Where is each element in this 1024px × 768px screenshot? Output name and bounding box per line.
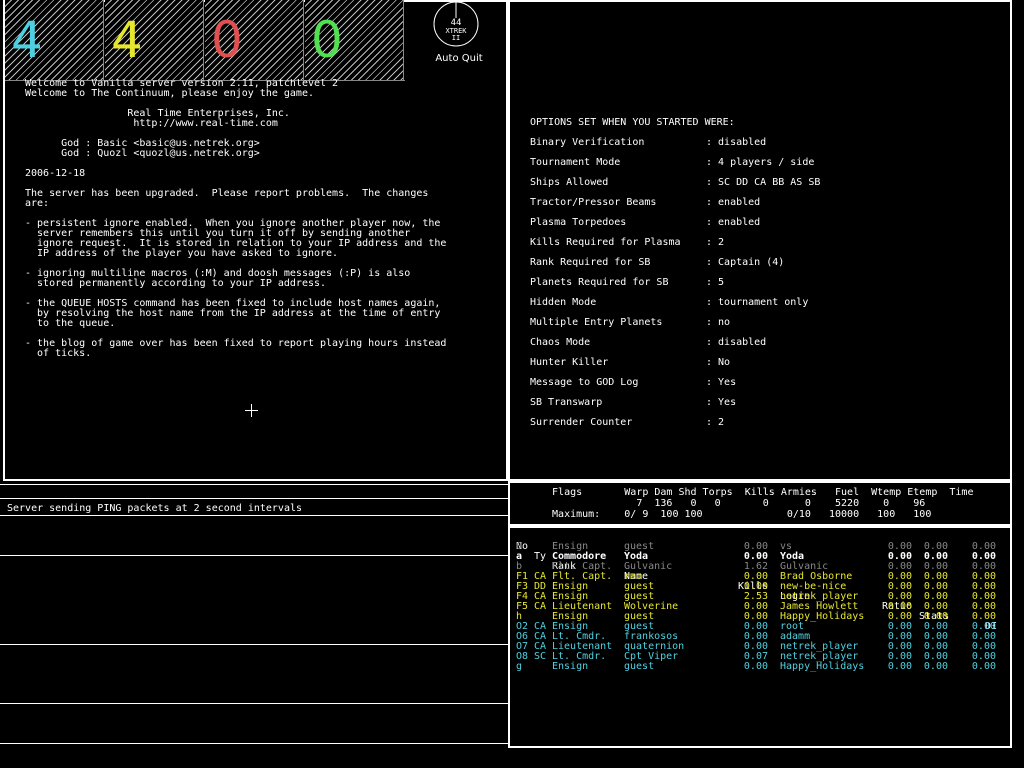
motd-line: to the queue. [25,318,116,329]
option-value: : disabled [706,137,767,148]
motd-line: Welcome to The Continuum, please enjoy t… [25,88,314,99]
option-row: Hunter Killer : No [530,358,1000,368]
message-line-ping: Server sending PING packets at 2 second … [7,503,303,514]
player-ty: CA [534,601,547,612]
option-label: Kills Required for Plasma [530,237,681,248]
message-area: Server sending PING packets at 2 second … [0,481,508,768]
option-value: : enabled [706,217,761,228]
motd-line: The server has been upgraded. Please rep… [25,188,429,199]
options-list: Binary Verification : disabled Tournament … [530,138,1000,438]
option-label: Multiple Entry Planets [530,317,663,328]
option-row: Ships Allowed : SC DD CA BB AS SB [530,178,1000,188]
option-row: SB Transwarp : Yes [530,398,1000,408]
team-score-kli-label: 0 [211,11,243,69]
motd-line: - the blog of game over has been fixed t… [25,338,447,349]
option-label: Rank Required for SB [530,257,651,268]
option-value: : 2 [706,417,725,428]
player-login: Happy_Holidays [780,661,865,672]
option-label: SB Transwarp [530,397,603,408]
option-row: Rank Required for SB : Captain (4) [530,258,1000,268]
motd-line [25,159,495,169]
option-label: Surrender Counter [530,417,633,428]
motd-line: God : Quozl <quozl@us.netrek.org> [25,148,260,159]
option-row: Message to GOD Log : Yes [530,378,1000,388]
player-stats: 0.00 [923,661,948,672]
option-row: Plasma Torpedoes : enabled [530,218,1000,228]
option-value: : 4 players / side [706,157,815,168]
option-value: : Yes [706,377,737,388]
crosshair-cursor-icon [245,404,258,417]
option-row: Binary Verification : disabled [530,138,1000,148]
team-score-kli[interactable]: 0 [205,0,304,80]
option-value: : 2 [706,237,725,248]
option-label: Tractor/Pressor Beams [530,197,657,208]
option-label: Chaos Mode [530,337,591,348]
option-row: Tournament Mode : 4 players / side [530,158,1000,168]
team-score-fed[interactable]: 4 [5,0,104,80]
player-row[interactable]: g Ensign guest 0.00 Happy_Holidays 0.00 0.00 0.… [516,662,1006,672]
player-kills: 0.00 [743,661,768,672]
option-value: : no [706,317,731,328]
team-score-ori-label: 0 [311,11,343,69]
option-value: : disabled [706,337,767,348]
motd-text: Welcome to Vanilla server version 2.11, … [25,79,495,469]
motd-line: IP address of the player you have asked … [25,248,339,259]
team-score-rom-label: 4 [111,11,143,69]
motd-line: 2006-12-18 [25,168,86,179]
option-label: Hidden Mode [530,297,597,308]
player-di: 0.00 [971,661,996,672]
ship-stats-maximum: Maximum: 0/ 9 100 100 0/10 10000 100 100 [540,509,932,520]
clock-widget: 44 XTREK II Auto Quit [406,0,508,80]
option-value: : enabled [706,197,761,208]
team-score-rom[interactable]: 4 [105,0,204,80]
option-label: Plasma Torpedoes [530,217,627,228]
player-ratio: 0.00 [887,661,912,672]
option-row: Chaos Mode : disabled [530,338,1000,348]
option-value: : No [706,357,731,368]
option-label: Planets Required for SB [530,277,669,288]
option-row: Kills Required for Plasma : 2 [530,238,1000,248]
option-label: Ships Allowed [530,177,609,188]
clock-sub: II [451,34,461,42]
ship-stats-current: 7 136 0 0 0 0 5220 0 96 [540,498,926,509]
motd-line: of ticks. [25,348,92,359]
option-label: Message to GOD Log [530,377,639,388]
auto-quit-label[interactable]: Auto Quit [406,53,512,64]
option-value: : tournament only [706,297,809,308]
option-row: Surrender Counter : 2 [530,418,1000,428]
player-no: g [516,661,523,672]
team-score-strip: 4 4 0 0 [5,0,405,81]
option-row: Tractor/Pressor Beams : enabled [530,198,1000,208]
option-row: Multiple Entry Planets : no [530,318,1000,328]
option-label: Binary Verification [530,137,645,148]
ship-stats-header: Flags Warp Dam Shd Torps Kills Armies Fu… [540,487,974,498]
team-score-ori[interactable]: 0 [305,0,404,80]
options-header: OPTIONS SET WHEN YOU STARTED WERE: [530,117,735,128]
motd-line: are: [25,198,50,209]
motd-line: http://www.real-time.com [25,118,278,129]
option-label: Hunter Killer [530,357,609,368]
player-ty: SC [534,651,547,662]
option-label: Tournament Mode [530,157,621,168]
team-score-fed-label: 4 [11,11,43,69]
option-value: : 5 [706,277,725,288]
option-value: : Yes [706,397,737,408]
option-value: : Captain (4) [706,257,785,268]
option-row: Hidden Mode : tournament only [530,298,1000,308]
motd-line: stored permanently according to your IP … [25,278,327,289]
option-row: Planets Required for SB : 5 [530,278,1000,288]
player-name: guest [624,661,655,672]
player-list: 0 Ensign guest 0.00 vs 0.00 0.00 0.00 a Commodore… [516,542,1006,672]
player-rank: Ensign [552,661,589,672]
option-value: : SC DD CA BB AS SB [706,177,821,188]
